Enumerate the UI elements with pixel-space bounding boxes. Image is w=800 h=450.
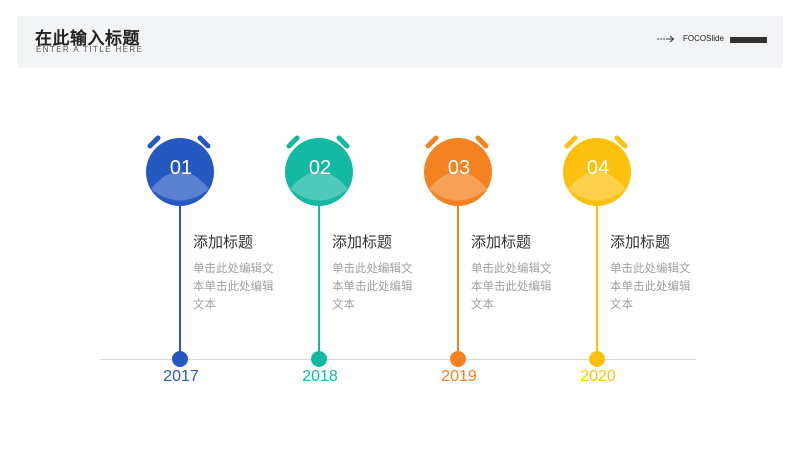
- timeline-dot: [311, 351, 327, 367]
- item-number: 02: [308, 157, 332, 179]
- timeline-dot: [172, 351, 188, 367]
- alarm-clock-icon: 03: [424, 134, 498, 210]
- item-description: 单击此处编辑文本单击此处编辑文本: [610, 261, 691, 311]
- timeline-dot: [589, 351, 605, 367]
- page-subtitle: ENTER A TITLE HERE: [36, 45, 144, 54]
- item-number: 01: [169, 157, 193, 179]
- timeline-dot: [450, 351, 466, 367]
- alarm-clock-icon: 02: [285, 134, 359, 210]
- item-description: 单击此处编辑文本单击此处编辑文本: [193, 261, 274, 311]
- item-number: 04: [586, 157, 610, 179]
- alarm-clock-icon: 04: [563, 134, 637, 210]
- timeline-item-2018: 02 2018 添加标题 单击此处编辑文本单击此处编辑文本: [285, 0, 435, 450]
- alarm-clock-icon: 01: [146, 134, 220, 210]
- brand-bar: [730, 37, 767, 43]
- item-number: 03: [447, 157, 471, 179]
- timeline-stem: [457, 205, 459, 355]
- year-label: 2018: [302, 368, 338, 385]
- timeline-item-2019: 03 2019 添加标题 单击此处编辑文本单击此处编辑文本: [424, 0, 574, 450]
- item-description: 单击此处编辑文本单击此处编辑文本: [471, 261, 552, 311]
- item-description: 单击此处编辑文本单击此处编辑文本: [332, 261, 413, 311]
- item-title: 添加标题: [610, 233, 671, 251]
- year-label: 2017: [163, 368, 199, 385]
- timeline-item-2020: 04 2020 添加标题 单击此处编辑文本单击此处编辑文本: [563, 0, 713, 450]
- year-label: 2020: [580, 368, 616, 385]
- timeline-item-2017: 01 2017 添加标题 单击此处编辑文本单击此处编辑文本: [146, 0, 296, 450]
- year-label: 2019: [441, 368, 477, 385]
- item-title: 添加标题: [193, 233, 254, 251]
- timeline-stem: [179, 205, 181, 355]
- timeline-stem: [318, 205, 320, 355]
- item-title: 添加标题: [471, 233, 532, 251]
- item-title: 添加标题: [332, 233, 393, 251]
- timeline-stem: [596, 205, 598, 355]
